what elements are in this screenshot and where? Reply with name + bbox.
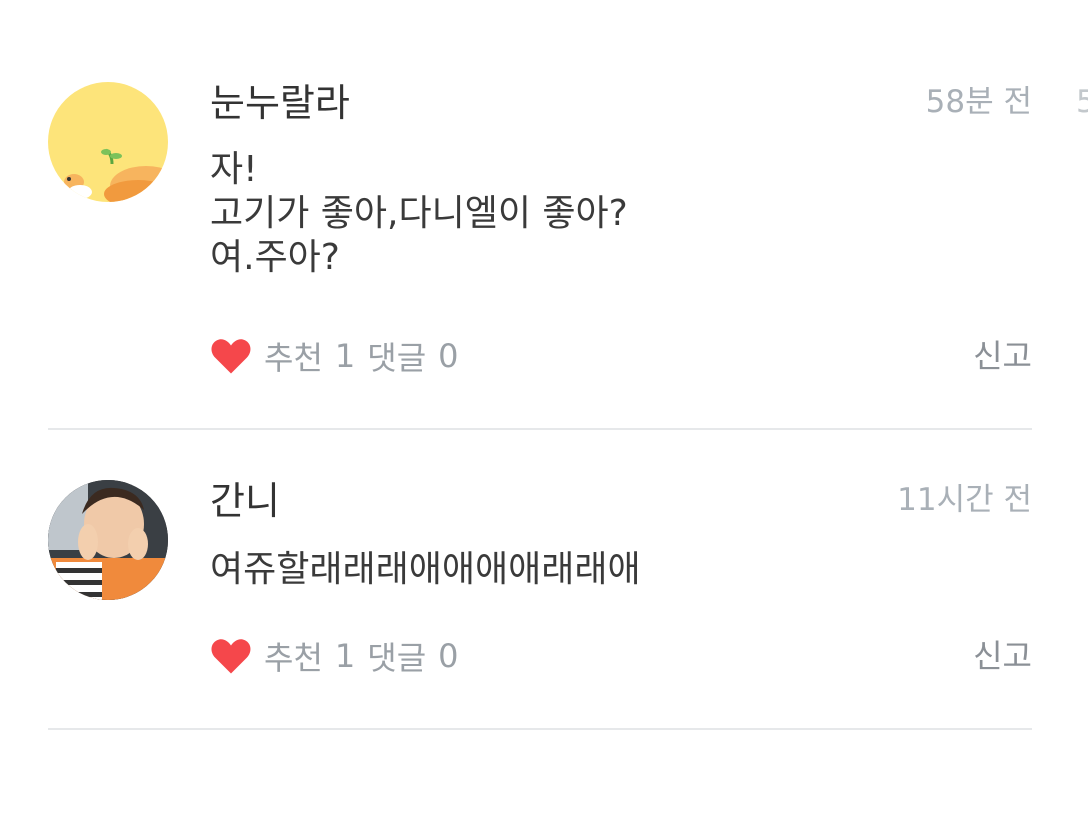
heart-icon[interactable] (210, 636, 252, 676)
like-count: 1 (334, 637, 356, 675)
heart-icon[interactable] (210, 336, 252, 376)
next-card-edge: 5 (1076, 84, 1088, 120)
reply-count: 0 (438, 637, 459, 675)
person-photo-avatar (48, 480, 168, 600)
comment-line: 여쥬할래래래애애애애래래애 (210, 549, 641, 590)
like-count: 1 (334, 337, 356, 375)
comment-body: 자! 고기가 좋아,다니엘이 좋아? 여.주아? (210, 148, 628, 280)
comment-line: 고기가 좋아,다니엘이 좋아? (210, 193, 628, 234)
like-label[interactable]: 추천 (264, 333, 323, 379)
comment-line: 자! (210, 149, 258, 190)
avatar[interactable] (48, 82, 168, 202)
comment-item: 눈누랄라 58분 전 자! 고기가 좋아,다니엘이 좋아? 여.주아? 추천 1… (0, 0, 1088, 432)
like-label[interactable]: 추천 (264, 633, 323, 679)
corgi-avatar-icon (64, 148, 168, 202)
comment-item: 간니 11시간 전 여쥬할래래래애애애애래래애 추천 1 댓글 0 신고 (0, 432, 1088, 732)
comment-author[interactable]: 눈누랄라 (210, 80, 350, 126)
divider (48, 428, 1032, 430)
comment-line: 여.주아? (210, 237, 340, 278)
comment-time: 11시간 전 (897, 482, 1032, 518)
reply-label[interactable]: 댓글 (367, 333, 426, 379)
divider (48, 728, 1032, 730)
comment-body: 여쥬할래래래애애애애래래애 (210, 548, 641, 592)
comment-actions: 추천 1 댓글 0 (210, 634, 459, 678)
report-button[interactable]: 신고 (973, 334, 1032, 378)
comment-actions: 추천 1 댓글 0 (210, 334, 459, 378)
report-button[interactable]: 신고 (973, 634, 1032, 678)
avatar[interactable] (48, 480, 168, 600)
comment-author[interactable]: 간니 (210, 478, 280, 524)
reply-label[interactable]: 댓글 (367, 633, 426, 679)
reply-count: 0 (438, 337, 459, 375)
comment-time: 58분 전 (925, 84, 1032, 120)
